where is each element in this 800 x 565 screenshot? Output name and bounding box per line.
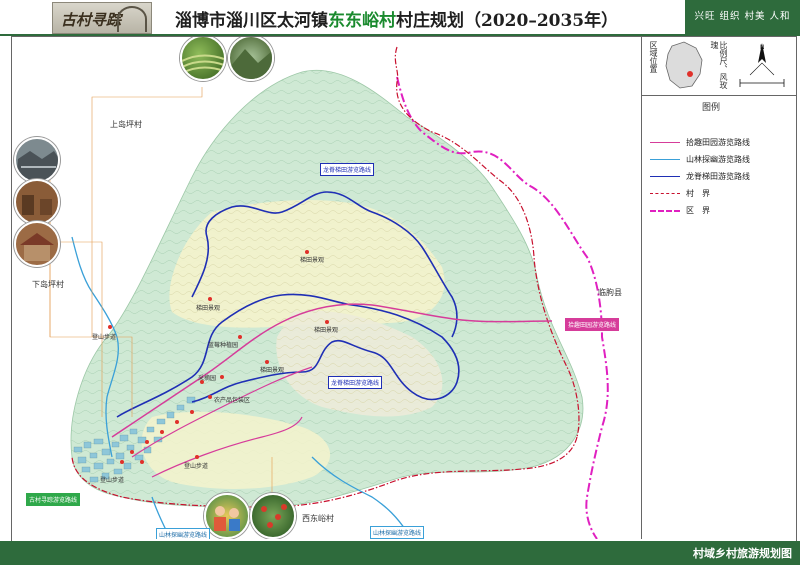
legend-label: 区 界	[686, 206, 710, 215]
title-prefix: 淄博市淄川区太河镇	[175, 11, 328, 31]
tag-guchun: 古村寻踪游览路线	[26, 493, 81, 506]
inset-row: 区域位置 比例尺、风玫瑰 N	[642, 37, 796, 96]
photo-terrace-aerial	[180, 37, 226, 81]
poi-dengshan-1: 登山步道	[92, 334, 117, 341]
footer-bar: 村域乡村旅游规划图	[0, 541, 800, 565]
tag-shanlin-1: 山林探幽游览路线	[156, 528, 211, 539]
legend-label: 村 界	[686, 189, 710, 198]
slogan-text: 兴旺 组织 村美 人和	[694, 11, 791, 22]
legend-label: 山林探幽游览路线	[686, 155, 750, 164]
legend-swatch-longji	[650, 176, 680, 177]
poi-dengshan-3: 登山步道	[100, 477, 125, 484]
poi-titian-1: 梯田景观	[300, 257, 325, 264]
legend-swatch-village-boundary	[650, 193, 680, 194]
legend-item-village-boundary: 村 界	[648, 188, 796, 200]
children-image-icon	[214, 506, 240, 531]
photo-village-roofs	[14, 137, 60, 183]
compass-letter: N	[760, 44, 765, 51]
hillside-image-icon	[230, 49, 272, 79]
poi-laocunluo: 采摘园	[198, 375, 217, 382]
photo-children-picking	[204, 493, 250, 539]
title-village: 东东峪村	[328, 11, 396, 31]
legend-item-district-boundary: 区 界	[648, 205, 796, 217]
logo: 古村寻踪	[52, 2, 152, 34]
location-label: 区域位置	[649, 41, 658, 73]
poi-dengshan-2: 登山步道	[184, 463, 209, 470]
legend-title: 图例	[702, 103, 721, 113]
poi-titian-2: 梯田景观	[196, 305, 221, 312]
label-shangdaopingcun: 上岛坪村	[110, 120, 142, 129]
street-image-icon	[22, 195, 52, 215]
map-svg	[49, 46, 609, 539]
label-linquxian: 临朐县	[598, 288, 622, 297]
terrace-image-icon	[182, 54, 224, 74]
tag-shanlin-2: 山林探幽游览路线	[370, 526, 425, 539]
legend-label: 拾趣田园游览路线	[686, 138, 750, 147]
fruit-image-icon	[261, 504, 287, 528]
legend-item-shiqu: 拾趣田园游览路线	[648, 137, 796, 149]
compass-rose-icon: N	[739, 43, 785, 87]
archway-icon	[117, 6, 147, 32]
logo-text: 古村寻踪	[61, 11, 122, 29]
legend-item-shanlin: 山林探幽游览路线	[648, 154, 796, 166]
photo-hillside	[228, 37, 274, 81]
footer-title: 村域乡村旅游规划图	[693, 547, 792, 560]
photo-stone-house	[14, 221, 60, 267]
label-xidongyucun: 西东峪村	[302, 514, 334, 523]
legend-swatch-shanlin	[650, 159, 680, 160]
photo-fruit-harvest	[250, 493, 296, 539]
region-location-map	[665, 41, 703, 89]
tag-longji-mid: 龙脊梯田游览路线	[328, 376, 383, 389]
page-title: 淄博市淄川区太河镇东东峪村村庄规划（2020–2035年）	[175, 6, 618, 31]
tag-shiqu: 拾趣田园游览路线	[565, 318, 620, 331]
scale-label: 比例尺、风玫瑰	[710, 41, 728, 89]
side-panel: 区域位置 比例尺、风玫瑰 N 图例 拾趣田园游览路线 山林探幽游览路线 龙脊梯田…	[641, 37, 796, 539]
legend-label: 龙脊梯田游览路线	[686, 172, 750, 181]
legend-swatch-shiqu	[650, 142, 680, 143]
label-xiadaopingcun: 下岛坪村	[32, 280, 64, 289]
map-area[interactable]: 上岛坪村 下岛坪村 临朐县 西东峪村 梯田景观 梯田景观 梯田景观 梯田景观 蓝…	[12, 37, 640, 539]
title-suffix: 村庄规划（2020–2035年）	[396, 11, 619, 31]
tag-longji-top: 龙脊梯田游览路线	[320, 163, 375, 176]
photo-village-street	[14, 179, 60, 225]
poi-shanshui: 蓝莓种植园	[208, 342, 239, 349]
roofs-image-icon	[16, 151, 58, 181]
legend-swatch-district-boundary	[650, 210, 680, 212]
stone-house-image-icon	[20, 233, 54, 261]
legend-item-longji: 龙脊梯田游览路线	[648, 171, 796, 183]
header-bar: 古村寻踪 淄博市淄川区太河镇东东峪村村庄规划（2020–2035年） 兴旺 组织…	[0, 0, 800, 36]
poi-nongchanpin: 农产品包装区	[214, 397, 251, 404]
poi-titian-3: 梯田景观	[314, 327, 339, 334]
slogan-badge: 兴旺 组织 村美 人和	[685, 0, 800, 34]
poi-titian-4: 梯田景观	[260, 367, 285, 374]
